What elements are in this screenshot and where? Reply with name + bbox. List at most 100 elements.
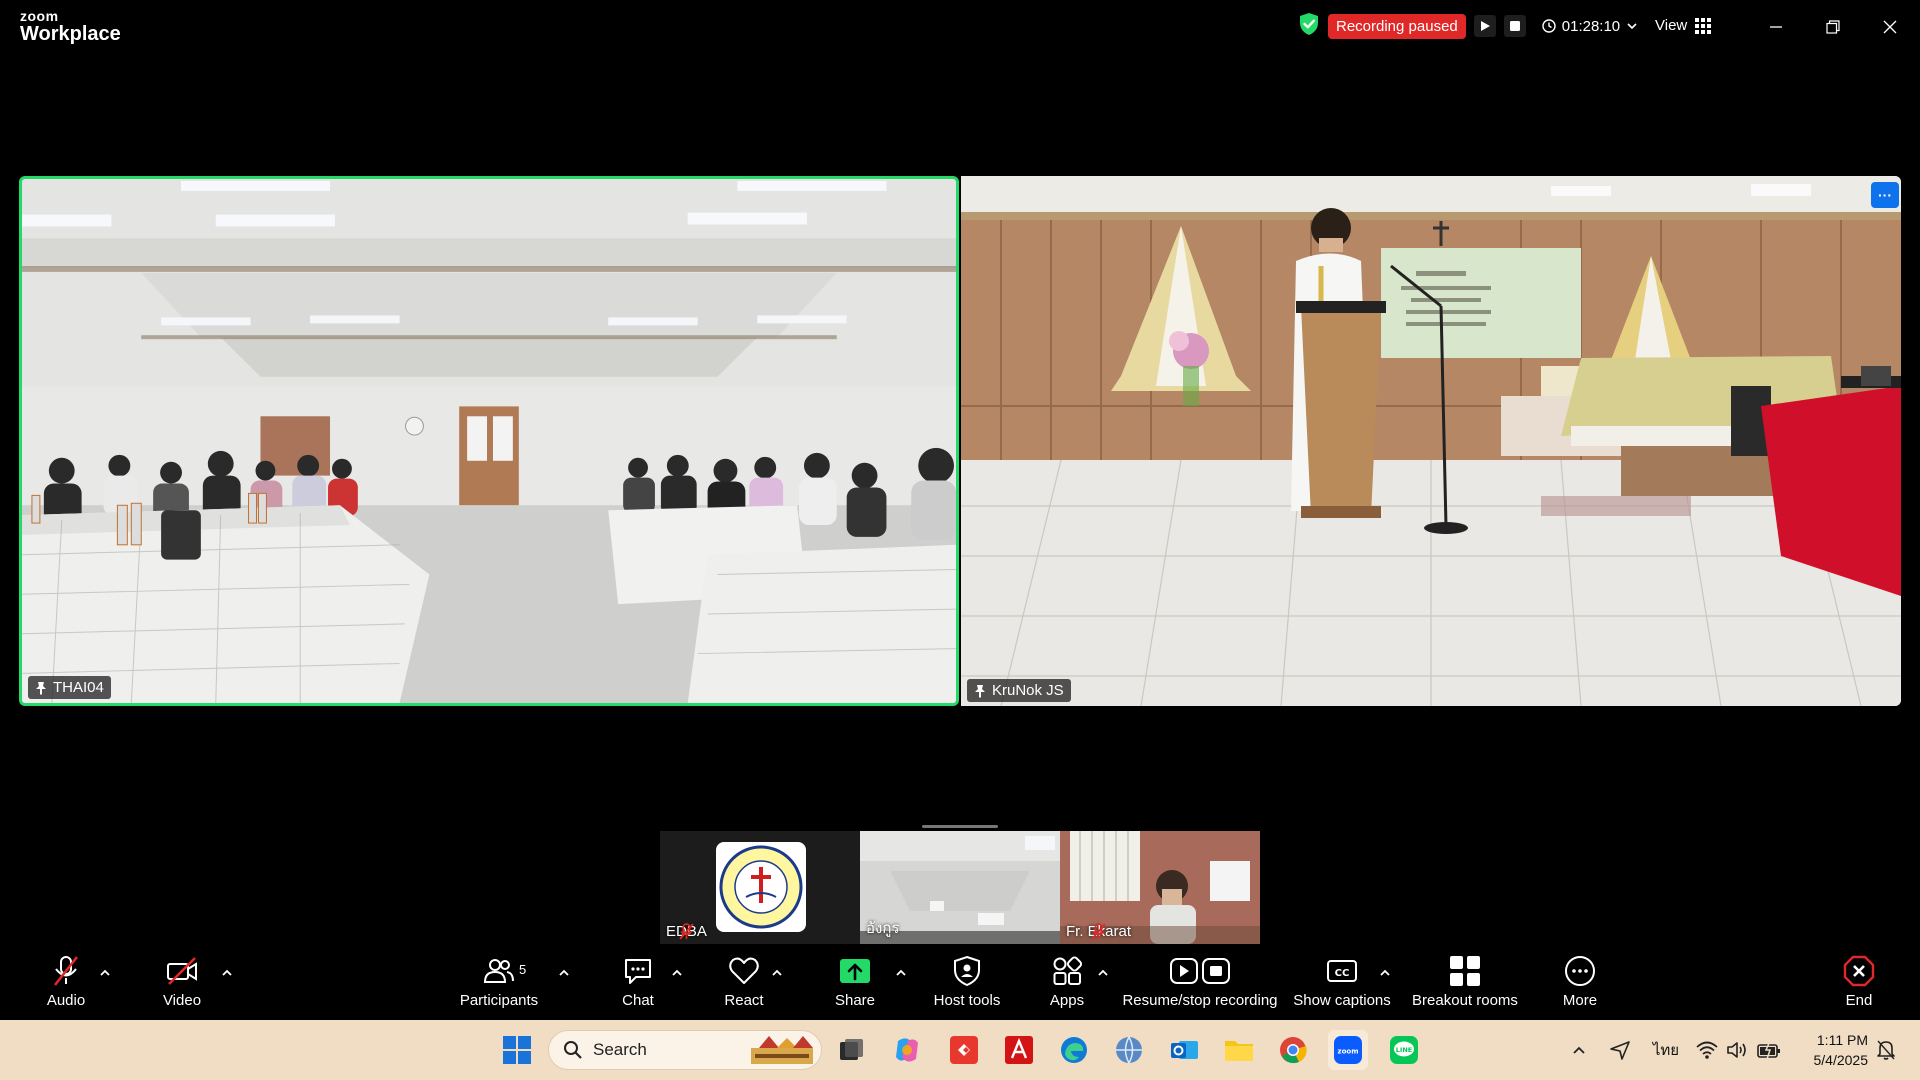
participants-icon: [483, 959, 514, 983]
clock-date: 5/4/2025: [1813, 1052, 1869, 1068]
thumbnail-name-label: อังกูร: [866, 916, 899, 940]
encryption-shield-icon[interactable]: [1298, 12, 1320, 41]
share-button[interactable]: Share: [833, 954, 877, 1009]
muted-microphone-icon: [53, 956, 79, 986]
more-button[interactable]: More: [1560, 954, 1600, 1009]
close-button[interactable]: [1875, 12, 1905, 42]
resume-stop-recording-icon: [1170, 958, 1230, 984]
task-view-button[interactable]: [831, 1030, 871, 1070]
logo-zoom-text: zoom: [20, 8, 59, 24]
clock-time: 1:11 PM: [1816, 1032, 1868, 1048]
svg-text:zoom: zoom: [1338, 1048, 1359, 1056]
adobe-acrobat-app-button[interactable]: [999, 1030, 1039, 1070]
windows-start-button[interactable]: [497, 1030, 537, 1070]
chrome-icon: [1280, 1037, 1307, 1064]
react-options-chevron-icon[interactable]: [770, 966, 784, 980]
participant-thumbnail-strip: EDBA อังกูร Fr. Ekarat: [660, 831, 1260, 944]
gallery-resize-handle[interactable]: [922, 825, 998, 828]
chat-button[interactable]: Chat: [618, 954, 658, 1009]
language-indicator[interactable]: ไทย: [1645, 1030, 1687, 1070]
battery-tray-button[interactable]: [1752, 1030, 1786, 1070]
show-hidden-icons-button[interactable]: [1559, 1030, 1599, 1070]
minimize-icon: [1770, 26, 1782, 28]
share-options-chevron-icon[interactable]: [894, 966, 908, 980]
apps-button[interactable]: Apps: [1047, 954, 1087, 1009]
apps-label: Apps: [1049, 992, 1085, 1009]
minimize-button[interactable]: [1761, 12, 1791, 42]
view-label: View: [1655, 17, 1688, 34]
file-explorer-button[interactable]: [1219, 1030, 1259, 1070]
view-button[interactable]: View: [1655, 17, 1712, 34]
captions-options-chevron-icon[interactable]: [1378, 966, 1392, 980]
globe-app-button[interactable]: [1109, 1030, 1149, 1070]
system-clock[interactable]: 1:11 PM 5/4/2025: [1800, 1030, 1869, 1070]
participants-options-chevron-icon[interactable]: [557, 966, 571, 980]
thumbnail-tile[interactable]: EDBA: [660, 831, 860, 944]
audio-button[interactable]: Audio: [38, 954, 94, 1009]
copilot-app-button[interactable]: [887, 1030, 927, 1070]
outlook-app-button[interactable]: [1164, 1030, 1204, 1070]
restore-icon: [1826, 20, 1840, 34]
video-tile-participant[interactable]: THAI04: [19, 176, 959, 706]
notifications-button[interactable]: [1868, 1030, 1904, 1070]
participant-name-label: THAI04: [28, 676, 111, 699]
adobe-acrobat-icon: [1005, 1036, 1033, 1064]
resume-recording-button[interactable]: [1473, 15, 1496, 37]
svg-text:LINE: LINE: [1396, 1046, 1412, 1054]
edge-browser-button[interactable]: [1054, 1030, 1094, 1070]
breakout-rooms-button[interactable]: Breakout rooms: [1410, 954, 1520, 1009]
thumbnail-tile[interactable]: Fr. Ekarat: [1060, 831, 1260, 944]
restore-button[interactable]: [1818, 12, 1848, 42]
chat-options-chevron-icon[interactable]: [670, 966, 684, 980]
host-shield-icon: [954, 955, 980, 987]
location-tray-button[interactable]: [1600, 1030, 1640, 1070]
audio-options-chevron-icon[interactable]: [98, 966, 112, 980]
muted-mic-icon: [679, 923, 694, 940]
show-captions-label: Show captions: [1293, 992, 1391, 1009]
logo-workplace-text: Workplace: [20, 23, 121, 45]
grid-view-icon: [1695, 17, 1712, 34]
thumbnail-name-label: EDBA: [666, 923, 707, 940]
search-icon: [564, 1041, 582, 1059]
react-button[interactable]: React: [722, 954, 766, 1009]
volume-tray-button[interactable]: [1722, 1030, 1752, 1070]
participants-button[interactable]: Participants: [458, 954, 540, 1009]
play-icon: [1480, 21, 1490, 31]
end-meeting-button[interactable]: End: [1842, 954, 1876, 1009]
video-options-chevron-icon[interactable]: [220, 966, 234, 980]
video-button[interactable]: Video: [156, 954, 208, 1009]
line-app-button[interactable]: LINE: [1384, 1030, 1424, 1070]
heart-icon: [729, 957, 759, 984]
host-tools-button[interactable]: Host tools: [932, 954, 1002, 1009]
share-label: Share: [834, 992, 876, 1009]
apps-options-chevron-icon[interactable]: [1096, 966, 1110, 980]
zoom-app-button[interactable]: zoom: [1328, 1030, 1368, 1070]
anydesk-app-button[interactable]: [944, 1030, 984, 1070]
anydesk-icon: [950, 1036, 978, 1064]
notification-bell-icon: [1877, 1040, 1895, 1060]
react-label: React: [724, 992, 764, 1009]
chrome-browser-button[interactable]: [1273, 1030, 1313, 1070]
speaker-icon: [1727, 1042, 1746, 1058]
pin-icon: [975, 684, 985, 698]
show-captions-button[interactable]: CC Show captions: [1292, 954, 1392, 1009]
chat-bubble-icon: [625, 959, 651, 984]
thumbnail-tile[interactable]: อังกูร: [860, 831, 1060, 944]
resume-stop-recording-button[interactable]: Resume/stop recording: [1120, 954, 1280, 1009]
participant-name: KruNok JS: [992, 682, 1064, 699]
stop-recording-button[interactable]: [1503, 15, 1526, 37]
video-tile-participant[interactable]: ··· KruNok JS: [961, 176, 1901, 706]
taskbar-search-box[interactable]: Search: [548, 1030, 822, 1070]
wifi-tray-button[interactable]: [1692, 1030, 1722, 1070]
battery-charging-icon: [1757, 1040, 1780, 1060]
svg-text:CC: CC: [1335, 968, 1350, 979]
audio-label: Audio: [46, 992, 86, 1009]
chevron-down-icon: [1627, 23, 1637, 30]
end-label: End: [1845, 992, 1873, 1009]
timer-text: 01:28:10: [1561, 17, 1621, 35]
recording-status-badge: Recording paused: [1328, 13, 1466, 39]
clock-icon: [1542, 19, 1556, 33]
meeting-timer[interactable]: 01:28:10: [1542, 18, 1638, 35]
closed-captions-icon: CC: [1327, 960, 1357, 982]
more-options-button[interactable]: ···: [1871, 182, 1899, 208]
